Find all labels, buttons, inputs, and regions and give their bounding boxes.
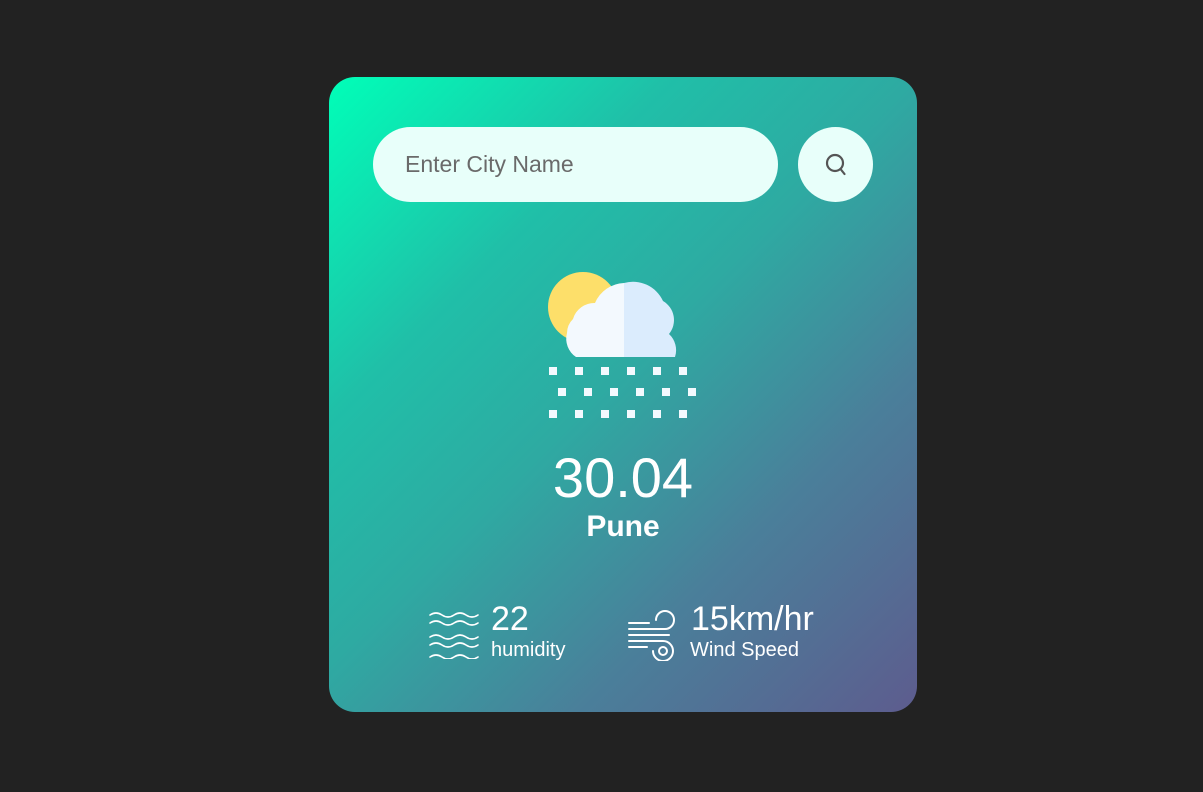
humidity-value: 22 [491,600,529,638]
wind-speed-label: Wind Speed [690,639,799,661]
city-name: Pune [586,510,660,543]
search-icon [825,153,846,175]
snow-cloud-sun-icon [548,272,696,418]
humidity-label: humidity [491,639,566,661]
wind-speed-value: 15km/hr [691,600,814,638]
wind-icon [628,610,675,661]
city-search-input[interactable] [373,127,778,202]
weather-card: 30.04 Pune 22 humidity 15km/ [329,77,917,712]
temperature: 30.04 [552,446,694,509]
snow-dots [549,367,696,418]
humidity-waves-icon [429,612,479,659]
search-button[interactable] [798,127,873,202]
search-bar [373,127,873,202]
